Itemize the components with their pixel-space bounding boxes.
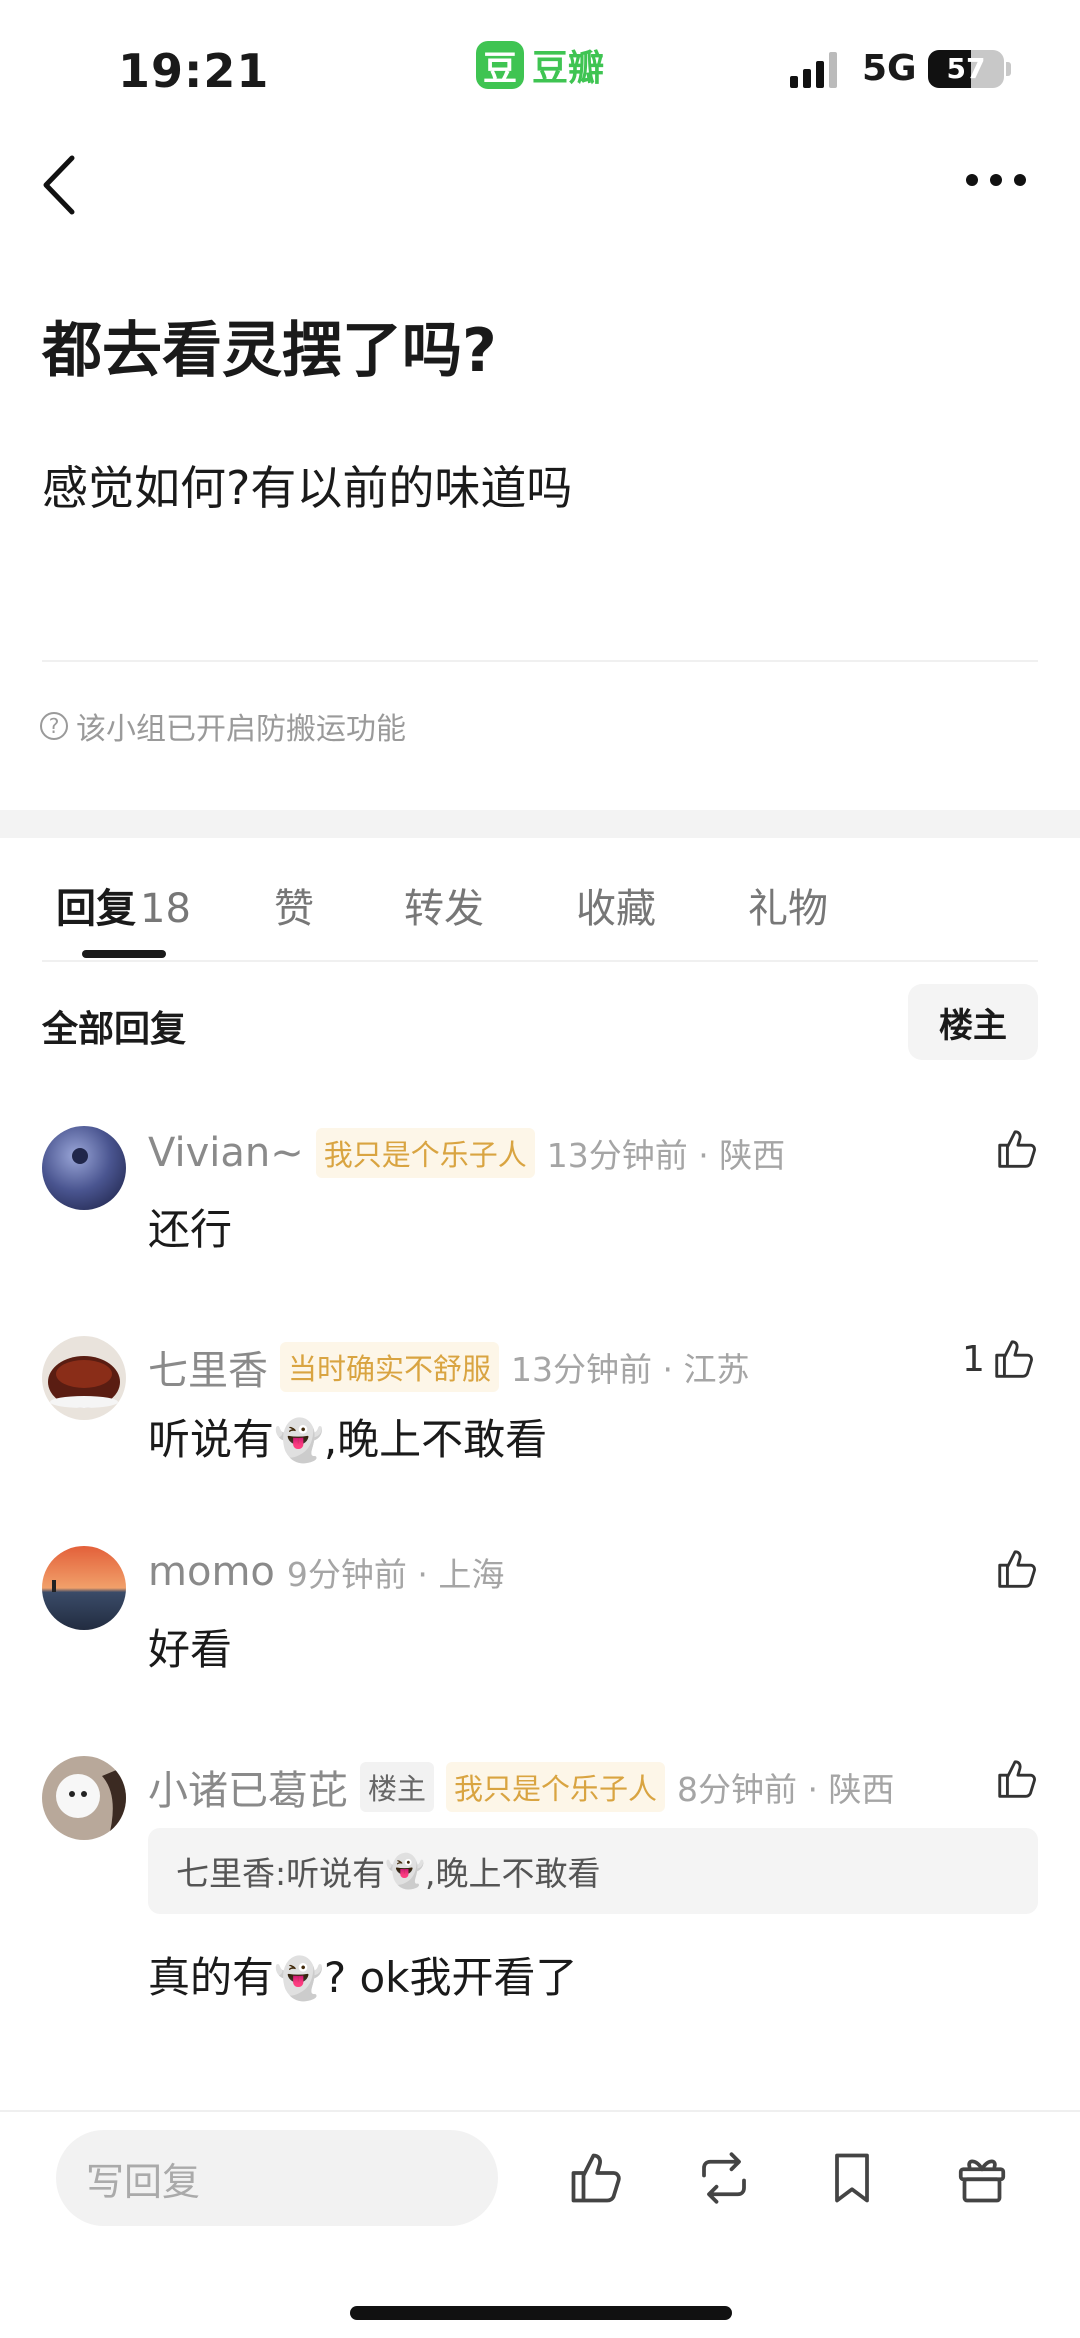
comment-text-part: ? ok我开看了 [323,1953,578,2002]
status-time: 19:21 [118,44,270,98]
reply-input[interactable]: 写回复 [56,2130,498,2226]
username[interactable]: 七里香 [148,1338,268,1396]
tab-likes[interactable]: 赞 [274,876,314,934]
signal-icon [790,52,837,88]
tab-replies[interactable]: 回复 18 [56,876,191,934]
avatar[interactable] [42,1546,126,1630]
app-indicator: 豆 豆瓣 [476,40,604,90]
thumbs-up-icon[interactable] [566,2146,626,2210]
thumbs-up-icon [998,1550,1036,1588]
username[interactable]: momo [148,1549,275,1595]
active-tab-indicator [82,950,166,958]
comment-time: 13分钟前 · 陕西 [546,1136,786,1175]
like-button[interactable]: 1 [962,1336,1037,1382]
comment-meta: momo 9分钟前 · 上海 [148,1548,504,1596]
network-type: 5G [862,48,917,89]
like-button[interactable] [994,1546,1040,1592]
user-badge: 我只是个乐子人 [446,1762,666,1812]
quoted-reply[interactable]: 七里香:听说有 👻 ,晚上不敢看 [148,1828,1038,1914]
tab-reposts[interactable]: 转发 [404,876,484,934]
avatar[interactable] [42,1336,126,1420]
back-button[interactable] [36,150,84,220]
more-options-button[interactable] [964,160,1028,200]
like-button[interactable] [994,1126,1040,1172]
comment-meta: 小诸已葛芘 楼主 我只是个乐子人 8分钟前 · 陕西 [148,1758,895,1816]
home-indicator [350,2306,732,2320]
comment-meta: Vivian~ 我只是个乐子人 13分钟前 · 陕西 [148,1128,785,1178]
username[interactable]: 小诸已葛芘 [148,1758,348,1816]
comment-time: 13分钟前 · 江苏 [511,1350,750,1389]
post-body: 感觉如何?有以前的味道吗 [42,461,573,515]
app-name: 豆瓣 [532,48,605,89]
battery-icon: 57 [928,50,1004,88]
quote-text: ,晚上不敢看 [424,1854,601,1893]
ghost-emoji-icon: 👻 [274,1418,324,1464]
battery-tip [1006,62,1011,76]
comment-text-part: 真的有 [148,1953,275,2002]
thumbs-up-icon [998,1760,1036,1798]
user-badge: 当时确实不舒服 [280,1342,500,1392]
divider [42,660,1038,662]
bookmark-icon[interactable] [822,2146,882,2210]
post-title: 都去看灵摆了吗? [42,316,497,386]
comment-text: 真的有👻? ok我开看了 [148,1944,578,2005]
section-separator [0,810,1080,838]
reply-count: 18 [140,886,191,932]
like-count: 1 [962,1338,985,1380]
comment-text-part: ,晚上不敢看 [323,1415,548,1464]
notice-text: 该小组已开启防搬运功能 [76,712,406,747]
ghost-emoji-icon: 👻 [385,1852,425,1890]
divider [0,2110,1080,2112]
user-badge: 我只是个乐子人 [315,1128,535,1178]
ghost-emoji-icon: 👻 [274,1956,324,2002]
like-button[interactable] [994,1756,1040,1802]
comment-time: 9分钟前 · 上海 [286,1555,505,1594]
comment-text: 听说有👻,晚上不敢看 [148,1406,547,1467]
quote-text: 七里香:听说有 [176,1854,386,1893]
comment-text: 还行 [148,1205,233,1254]
anti-repost-notice: ? 该小组已开启防搬运功能 [40,704,406,748]
tab-label: 回复 [56,886,136,932]
op-badge: 楼主 [360,1762,435,1812]
comment-time: 8分钟前 · 陕西 [677,1770,895,1809]
op-only-filter-button[interactable]: 楼主 [908,984,1038,1060]
avatar[interactable] [42,1756,126,1840]
all-replies-label: 全部回复 [42,1009,187,1050]
douban-logo-icon: 豆 [476,41,524,89]
tab-gifts[interactable]: 礼物 [748,876,828,934]
thumbs-up-icon [995,1340,1033,1378]
username[interactable]: Vivian~ [148,1130,304,1176]
comment-text-part: 听说有 [148,1415,275,1464]
gift-icon[interactable] [952,2146,1012,2210]
divider [42,960,1038,962]
repost-icon[interactable] [694,2146,754,2210]
tab-collections[interactable]: 收藏 [576,876,656,934]
avatar[interactable] [42,1126,126,1210]
thumbs-up-icon [998,1130,1036,1168]
comment-meta: 七里香 当时确实不舒服 13分钟前 · 江苏 [148,1338,749,1396]
battery-level: 57 [946,52,986,85]
question-circle-icon: ? [40,712,68,740]
comment-text: 好看 [148,1625,233,1674]
